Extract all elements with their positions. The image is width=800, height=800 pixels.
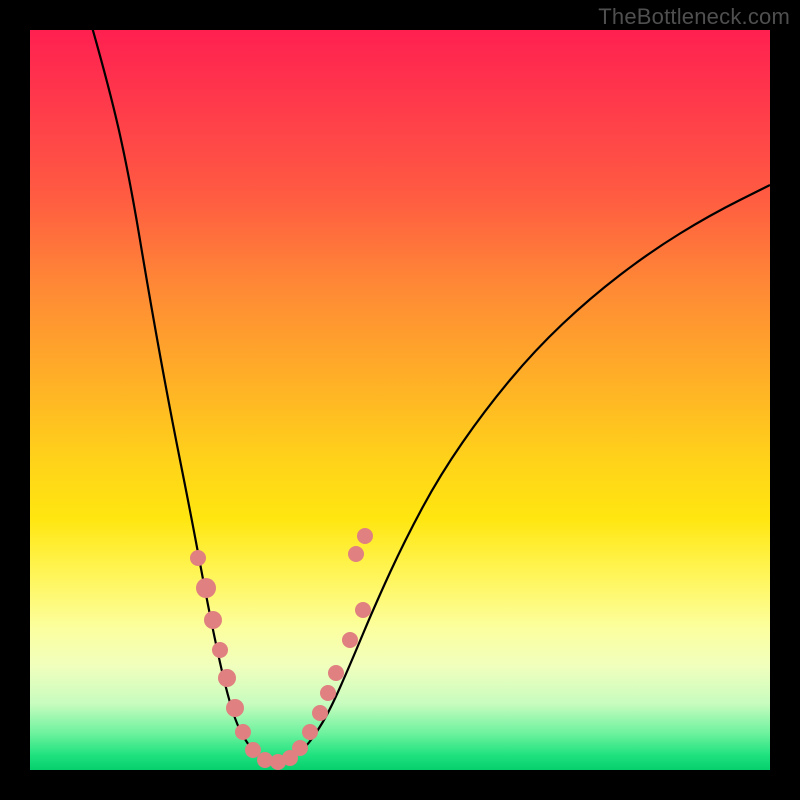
plot-area <box>30 30 770 770</box>
background-gradient <box>30 30 770 770</box>
chart-frame: TheBottleneck.com <box>0 0 800 800</box>
watermark-text: TheBottleneck.com <box>598 4 790 30</box>
